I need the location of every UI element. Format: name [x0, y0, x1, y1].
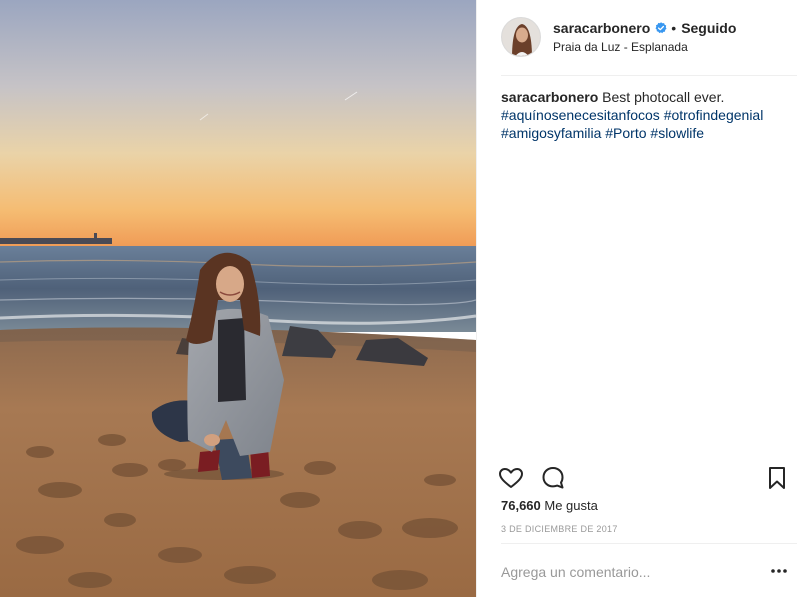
- divider: [501, 75, 797, 76]
- avatar[interactable]: [501, 17, 541, 57]
- likes-count[interactable]: 76,660 Me gusta: [501, 498, 598, 513]
- post-caption: saracarbonero Best photocall ever. #aquí…: [501, 88, 781, 142]
- more-options-icon: [771, 569, 787, 573]
- hashtag-link[interactable]: #amigosyfamilia: [501, 125, 601, 141]
- beach-sunset-photo: [0, 0, 476, 597]
- caption-username-link[interactable]: saracarbonero: [501, 89, 598, 105]
- like-button[interactable]: [497, 464, 525, 492]
- comment-button[interactable]: [539, 464, 567, 492]
- location-link[interactable]: Praia da Luz - Esplanada: [553, 40, 688, 54]
- verified-badge-icon: [655, 22, 667, 34]
- bookmark-icon: [769, 467, 785, 489]
- comment-bubble-icon: [542, 467, 564, 489]
- post-actions: [477, 462, 797, 494]
- more-options-button[interactable]: [769, 564, 789, 578]
- avatar-image: [502, 18, 540, 56]
- separator-dot: •: [671, 20, 677, 36]
- hashtag-link[interactable]: #aquínosenecesitanfocos: [501, 107, 660, 123]
- caption-text: Best photocall ever.: [602, 89, 725, 105]
- post-photo[interactable]: [0, 0, 476, 597]
- save-button[interactable]: [763, 464, 791, 492]
- heart-icon: [499, 468, 523, 488]
- following-button[interactable]: Seguido: [681, 20, 736, 36]
- like-count-label: Me gusta: [544, 498, 598, 513]
- header-top-line: saracarbonero • Seguido: [553, 19, 736, 37]
- hashtag-link[interactable]: #slowlife: [650, 125, 704, 141]
- post-date: 3 DE DICIEMBRE DE 2017: [501, 524, 618, 534]
- username-link[interactable]: saracarbonero: [553, 20, 650, 36]
- hashtag-link[interactable]: #Porto: [605, 125, 646, 141]
- divider: [501, 543, 797, 544]
- comment-input[interactable]: [501, 562, 751, 582]
- post-details-panel: saracarbonero • Seguido Praia da Luz - E…: [476, 0, 797, 597]
- like-count-number: 76,660: [501, 498, 541, 513]
- hashtag-link[interactable]: #otrofindegenial: [664, 107, 764, 123]
- post-header: saracarbonero • Seguido Praia da Luz - E…: [477, 0, 797, 75]
